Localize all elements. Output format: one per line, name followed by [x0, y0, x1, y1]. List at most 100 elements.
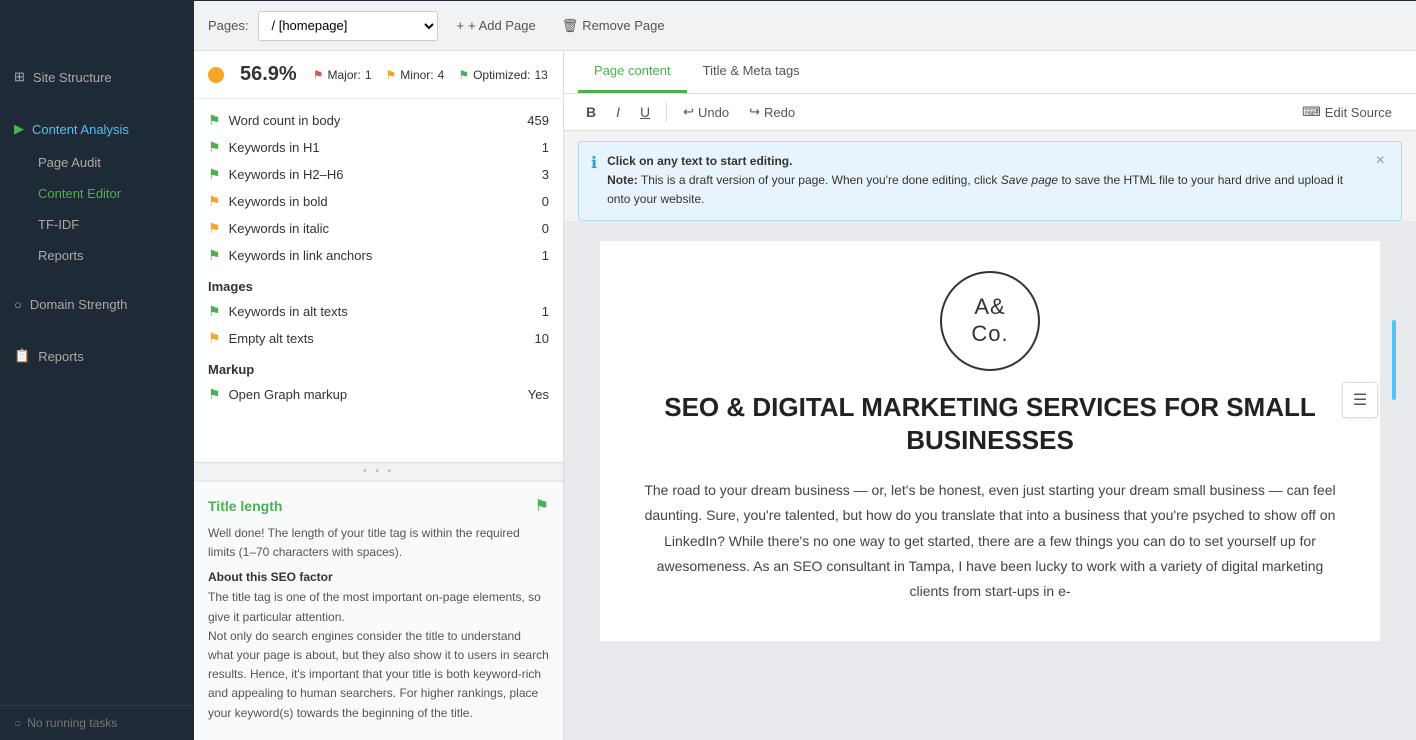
- metric-value: 459: [525, 113, 549, 128]
- metric-og-markup: ⚑ Open Graph markup Yes: [194, 381, 563, 408]
- toc-button[interactable]: ☰: [1342, 382, 1378, 418]
- optimized-flag: ⚑ Optimized: 13: [458, 68, 547, 82]
- toolbar-separator: [666, 102, 667, 122]
- metric-value: 3: [525, 167, 549, 182]
- grid-icon: ⊞: [14, 69, 25, 85]
- content-tabs: Page content Title & Meta tags: [564, 51, 1416, 94]
- metric-kw-alt: ⚑ Keywords in alt texts 1: [194, 298, 563, 325]
- sidebar-item-content-editor[interactable]: Content Editor: [0, 178, 194, 209]
- info-note-label: Note:: [607, 173, 638, 187]
- metric-kw-bold: ⚑ Keywords in bold 0: [194, 188, 563, 215]
- code-icon: ⌨: [1302, 104, 1321, 120]
- drag-handle[interactable]: • • •: [194, 462, 563, 480]
- minor-label: Minor:: [400, 68, 433, 82]
- page-content-inner[interactable]: A&Co. SEO & DIGITAL MARKETING SERVICES F…: [600, 241, 1380, 641]
- optimized-count: 13: [534, 68, 547, 82]
- left-sidebar: ⊞ Site Structure ▶ Content Analysis Page…: [0, 51, 194, 740]
- info-banner: ℹ Click on any text to start editing. No…: [578, 141, 1402, 221]
- sidebar-item-domain-strength[interactable]: ○ Domain Strength: [0, 287, 194, 322]
- plus-icon: +: [456, 18, 464, 33]
- domain-icon: ○: [14, 297, 22, 312]
- sidebar-item-label: Content Analysis: [32, 122, 129, 137]
- detail-flag-icon: ⚑: [535, 496, 549, 516]
- pages-bar: Pages: / [homepage] + + Add Page 🗑 Remov…: [194, 1, 1416, 51]
- major-flag: ⚑ Major: 1: [313, 68, 372, 82]
- sidebar-item-reports-sub[interactable]: Reports: [0, 240, 194, 271]
- info-close-button[interactable]: ×: [1372, 152, 1389, 170]
- pages-select[interactable]: / [homepage]: [258, 11, 438, 41]
- sidebar-item-reports[interactable]: 📋 Reports: [0, 338, 194, 374]
- remove-page-button[interactable]: 🗑 Remove Page: [554, 14, 673, 38]
- tab-page-content[interactable]: Page content: [578, 51, 687, 93]
- metric-flag-icon: ⚑: [208, 139, 221, 156]
- editor-toolbar: B I U ↩ Undo ↪ Redo ⌨ Edit Source: [564, 94, 1416, 131]
- info-save-page: Save page: [1001, 173, 1058, 187]
- metric-flag-icon: ⚑: [208, 330, 221, 347]
- sidebar-item-label: Domain Strength: [30, 297, 128, 312]
- metric-value: 1: [525, 140, 549, 155]
- trash-icon: 🗑: [562, 18, 579, 34]
- detail-panel: Title length ⚑ Well done! The length of …: [194, 480, 563, 740]
- metric-label: Keywords in link anchors: [229, 248, 517, 263]
- major-count: 1: [365, 68, 372, 82]
- page-heading[interactable]: SEO & DIGITAL MARKETING SERVICES FOR SMA…: [640, 391, 1340, 459]
- undo-button[interactable]: ↩ Undo: [675, 100, 737, 124]
- metric-empty-alt: ⚑ Empty alt texts 10: [194, 325, 563, 352]
- metric-kw-link: ⚑ Keywords in link anchors 1: [194, 242, 563, 269]
- info-text: Click on any text to start editing. Note…: [607, 152, 1362, 210]
- minor-flag-icon: ⚑: [386, 68, 397, 82]
- optimized-label: Optimized:: [473, 68, 530, 82]
- metric-label: Word count in body: [229, 113, 517, 128]
- add-page-button[interactable]: + + Add Page: [448, 14, 543, 37]
- sidebar-item-site-structure[interactable]: ⊞ Site Structure: [0, 59, 194, 95]
- reports-icon: 📋: [14, 348, 30, 364]
- detail-about-text: The title tag is one of the most importa…: [208, 588, 549, 722]
- scroll-accent: [1392, 320, 1396, 400]
- score-bar: 56.9% ⚑ Major: 1 ⚑ Minor: 4 ⚑ Optimized:: [194, 51, 563, 99]
- major-flag-icon: ⚑: [313, 68, 324, 82]
- page-logo: A&Co.: [640, 271, 1340, 371]
- metric-label: Keywords in alt texts: [229, 304, 517, 319]
- page-body-text[interactable]: The road to your dream business — or, le…: [640, 478, 1340, 604]
- metric-flag-icon: ⚑: [208, 166, 221, 183]
- bold-button[interactable]: B: [578, 100, 604, 124]
- major-label: Major:: [327, 68, 360, 82]
- metric-label: Empty alt texts: [229, 331, 517, 346]
- chart-icon: ▶: [14, 121, 24, 137]
- metric-flag-icon: ⚑: [208, 220, 221, 237]
- metric-value: Yes: [525, 387, 549, 402]
- page-content-area[interactable]: A&Co. SEO & DIGITAL MARKETING SERVICES F…: [564, 221, 1416, 740]
- sidebar-item-content-analysis[interactable]: ▶ Content Analysis: [0, 111, 194, 147]
- metric-word-count: ⚑ Word count in body 459: [194, 107, 563, 134]
- sidebar-item-label: Reports: [38, 349, 84, 364]
- score-value: 56.9%: [240, 63, 297, 86]
- logo-circle: A&Co.: [940, 271, 1040, 371]
- content-panel: Page content Title & Meta tags B I U ↩ U…: [564, 51, 1416, 740]
- images-section-heading: Images: [194, 269, 563, 298]
- metric-flag-icon: ⚑: [208, 112, 221, 129]
- sidebar-item-tf-idf[interactable]: TF-IDF: [0, 209, 194, 240]
- metrics-list: ⚑ Word count in body 459 ⚑ Keywords in H…: [194, 99, 563, 462]
- metric-label: Keywords in bold: [229, 194, 517, 209]
- metric-flag-icon: ⚑: [208, 193, 221, 210]
- metric-flag-icon: ⚑: [208, 303, 221, 320]
- info-note-text: This is a draft version of your page. Wh…: [641, 173, 997, 187]
- metric-label: Keywords in H2–H6: [229, 167, 517, 182]
- toc-icon: ☰: [1353, 390, 1367, 410]
- score-flags: ⚑ Major: 1 ⚑ Minor: 4 ⚑ Optimized: 13: [313, 68, 548, 82]
- underline-button[interactable]: U: [632, 100, 658, 124]
- italic-button[interactable]: I: [608, 100, 628, 124]
- metric-value: 1: [525, 304, 549, 319]
- logo-text: A&Co.: [971, 294, 1008, 347]
- tab-title-meta[interactable]: Title & Meta tags: [687, 51, 816, 93]
- tasks-icon: ○: [14, 716, 21, 730]
- edit-source-button[interactable]: ⌨ Edit Source: [1292, 100, 1402, 124]
- score-circle: [208, 67, 224, 83]
- metric-kw-italic: ⚑ Keywords in italic 0: [194, 215, 563, 242]
- metric-value: 0: [525, 194, 549, 209]
- metric-label: Keywords in H1: [229, 140, 517, 155]
- sidebar-item-page-audit[interactable]: Page Audit: [0, 147, 194, 178]
- minor-flag: ⚑ Minor: 4: [386, 68, 445, 82]
- metric-label: Keywords in italic: [229, 221, 517, 236]
- redo-button[interactable]: ↪ Redo: [741, 100, 803, 124]
